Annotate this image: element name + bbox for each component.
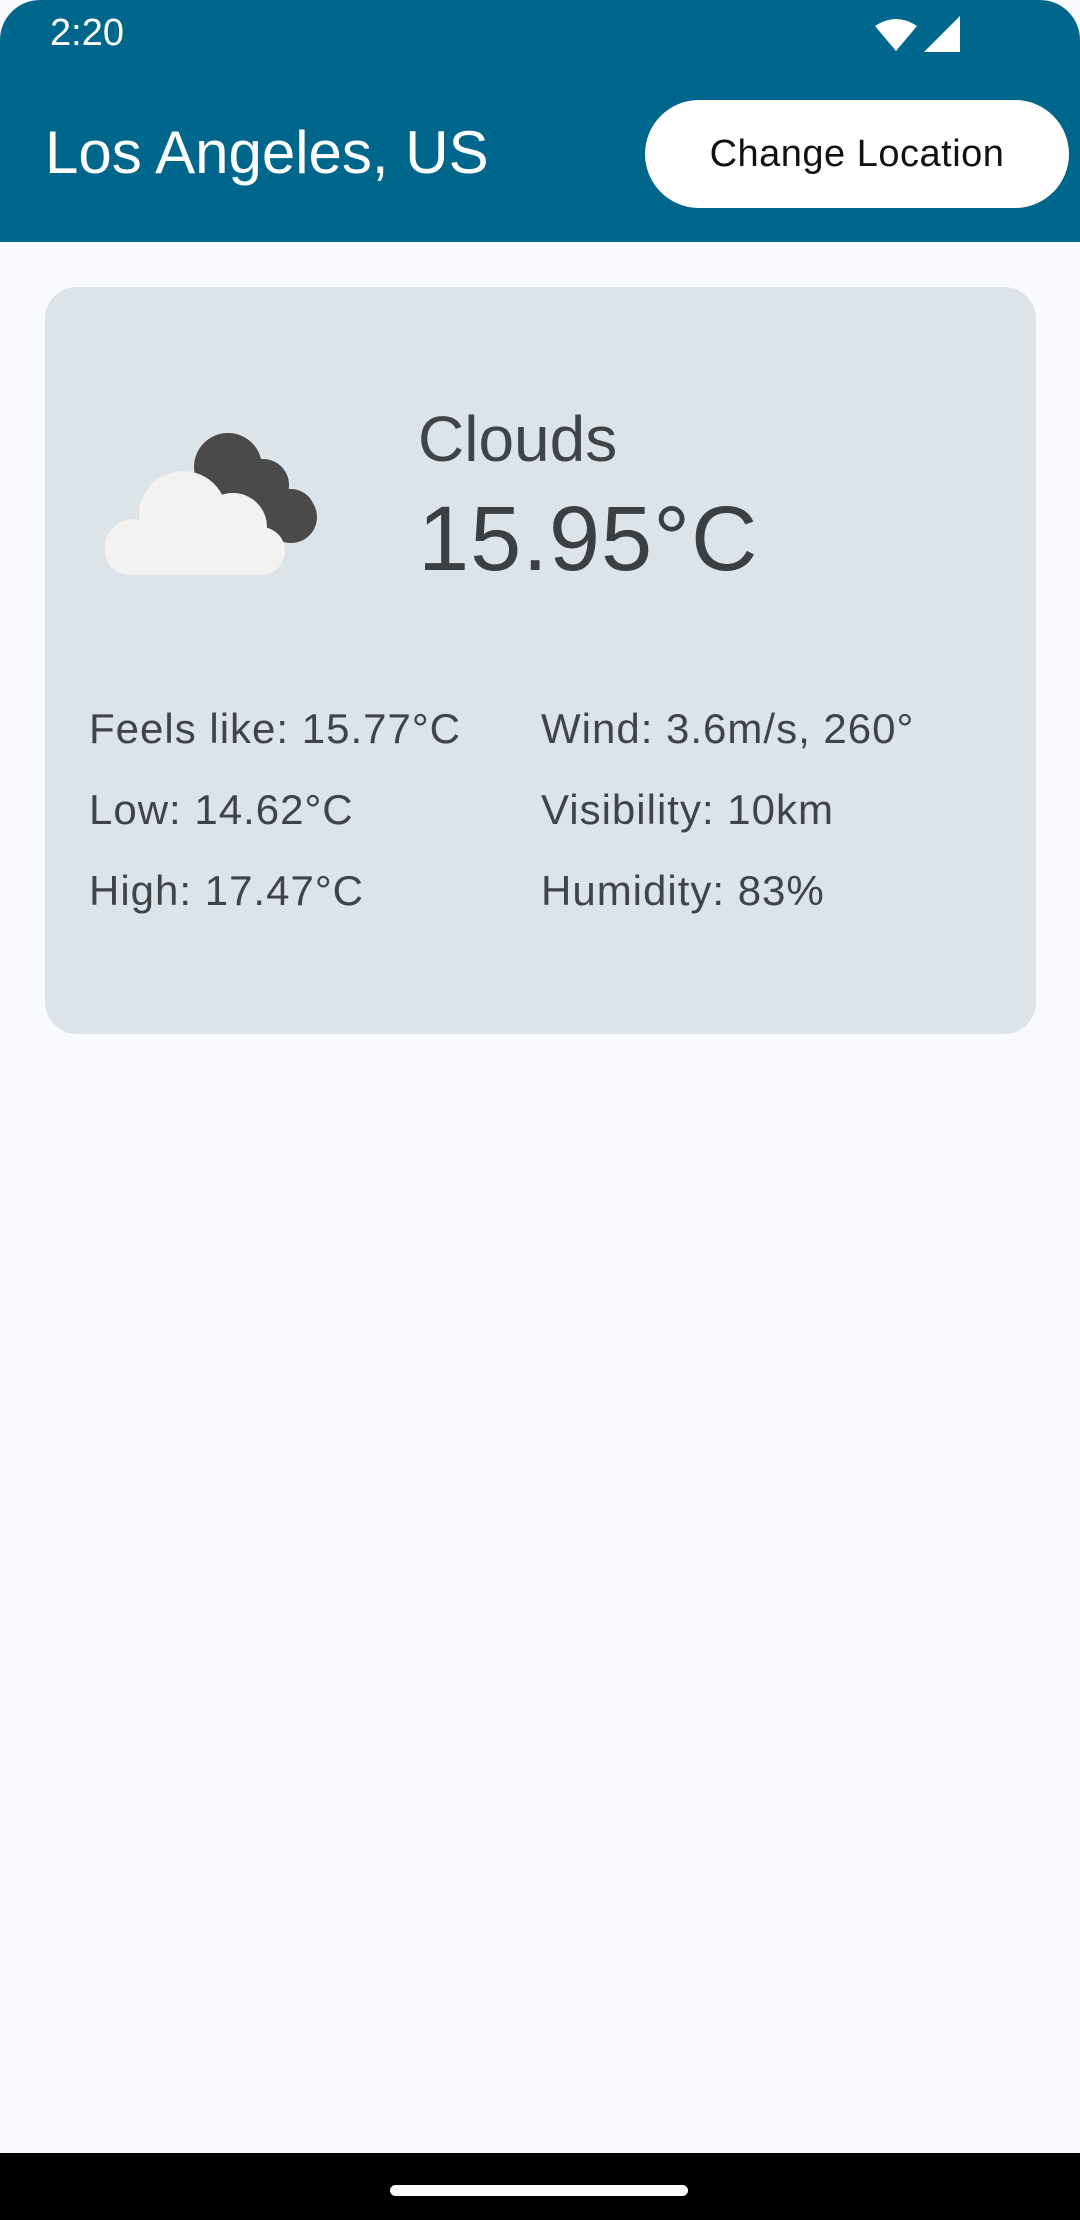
wind-text: Wind: 3.6m/s, 260° xyxy=(541,705,915,752)
weather-screen: 2:20 Los Angeles, US Change Location Clo… xyxy=(0,0,1080,2220)
humidity-text: Humidity: 83% xyxy=(541,867,825,914)
wifi-icon xyxy=(875,19,917,51)
status-bar-icons xyxy=(874,14,964,54)
location-title: Los Angeles, US xyxy=(45,119,489,186)
visibility-text: Visibility: 10km xyxy=(541,786,834,833)
weather-card: Clouds 15.95°C Feels like: 15.77°C Low: … xyxy=(45,287,1036,1034)
change-location-button[interactable]: Change Location xyxy=(645,100,1069,208)
low-temperature-text: Low: 14.62°C xyxy=(89,786,354,833)
weather-condition: Clouds xyxy=(418,403,618,475)
navigation-bar xyxy=(0,2153,1080,2220)
cell-signal-icon xyxy=(924,16,960,52)
high-temperature-text: High: 17.47°C xyxy=(89,867,364,914)
status-bar-time: 2:20 xyxy=(50,12,124,54)
clouds-icon xyxy=(105,433,317,575)
feels-like-text: Feels like: 15.77°C xyxy=(89,705,461,752)
current-temperature: 15.95°C xyxy=(418,488,759,590)
app-header: 2:20 Los Angeles, US Change Location xyxy=(0,0,1080,242)
home-indicator[interactable] xyxy=(390,2185,688,2196)
